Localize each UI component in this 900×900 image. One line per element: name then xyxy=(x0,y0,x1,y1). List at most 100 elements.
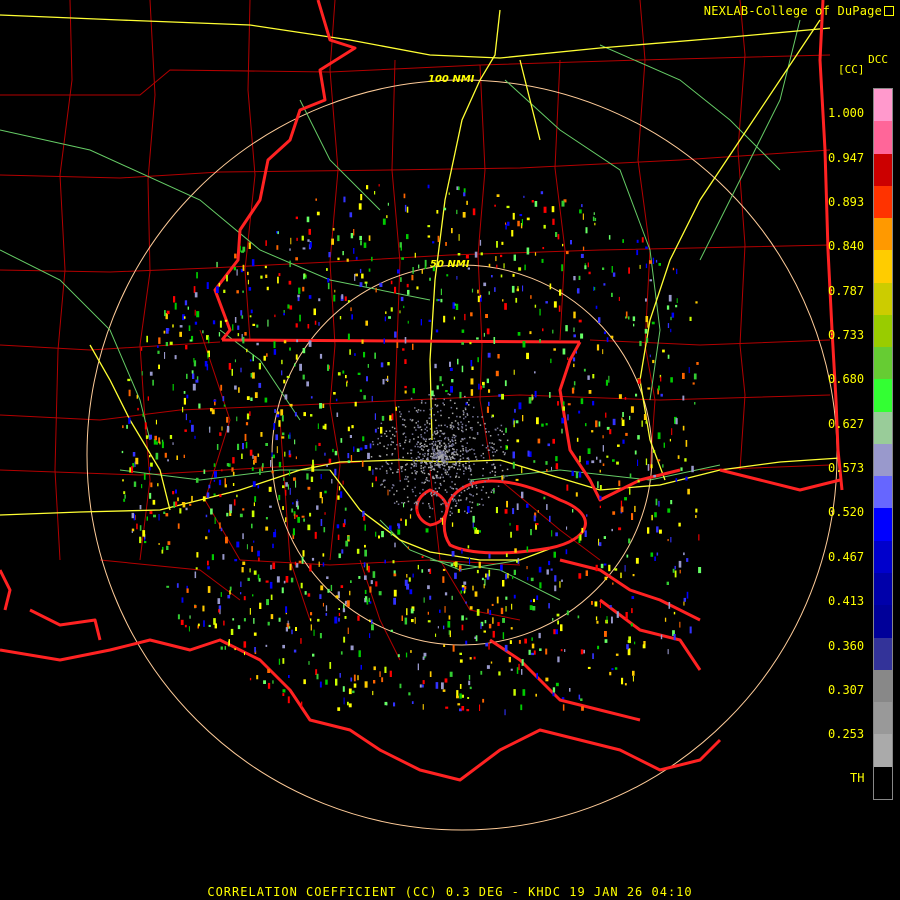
clutter-pixel xyxy=(466,451,468,453)
color-scale-segment xyxy=(874,476,892,509)
echo-pixel xyxy=(375,476,377,482)
echo-pixel xyxy=(636,239,639,243)
echo-pixel xyxy=(363,351,366,358)
clutter-pixel xyxy=(450,406,453,409)
echo-pixel xyxy=(561,428,563,434)
echo-pixel xyxy=(498,394,501,397)
echo-pixel xyxy=(203,469,206,474)
clutter-pixel xyxy=(389,467,391,469)
echo-pixel xyxy=(618,480,621,487)
echo-pixel xyxy=(429,671,432,677)
clutter-pixel xyxy=(455,464,457,466)
echo-pixel xyxy=(451,379,454,383)
echo-pixel xyxy=(385,378,389,381)
clutter-pixel xyxy=(452,498,454,500)
echo-pixel xyxy=(234,559,238,562)
echo-pixel xyxy=(566,484,569,491)
clutter-pixel xyxy=(439,451,441,454)
clutter-pixel xyxy=(407,500,410,503)
clutter-pixel xyxy=(445,455,448,458)
echo-pixel xyxy=(123,498,126,502)
echo-pixel xyxy=(406,583,410,590)
clutter-pixel xyxy=(500,424,503,427)
echo-pixel xyxy=(278,461,282,468)
clutter-pixel xyxy=(431,443,434,445)
echo-pixel xyxy=(509,640,512,644)
echo-pixel xyxy=(229,590,231,595)
echo-pixel xyxy=(226,274,228,282)
echo-pixel xyxy=(412,267,414,274)
echo-pixel xyxy=(673,634,676,641)
echo-pixel xyxy=(641,237,644,243)
echo-pixel xyxy=(241,250,245,253)
echo-pixel xyxy=(194,292,198,298)
echo-pixel xyxy=(142,413,144,417)
echo-pixel xyxy=(208,624,211,627)
color-scale-tick-label: 0.253 xyxy=(828,727,865,741)
clutter-pixel xyxy=(419,426,422,428)
clutter-pixel xyxy=(435,494,438,496)
echo-pixel xyxy=(440,288,442,296)
echo-pixel xyxy=(543,496,546,500)
echo-pixel xyxy=(196,311,200,318)
echo-pixel xyxy=(164,310,166,317)
color-scale-segment xyxy=(874,443,892,477)
clutter-pixel xyxy=(446,463,448,466)
echo-pixel xyxy=(646,338,649,343)
clutter-pixel xyxy=(444,489,447,491)
clutter-pixel xyxy=(452,500,455,502)
echo-pixel xyxy=(221,469,223,472)
echo-pixel xyxy=(308,295,312,299)
echo-pixel xyxy=(188,626,190,632)
echo-pixel xyxy=(522,689,526,696)
clutter-pixel xyxy=(436,474,438,477)
echo-pixel xyxy=(397,524,401,529)
echo-pixel xyxy=(346,600,350,607)
echo-pixel xyxy=(480,252,483,256)
echo-pixel xyxy=(592,216,595,222)
clutter-pixel xyxy=(441,473,443,476)
clutter-pixel xyxy=(469,427,472,429)
echo-pixel xyxy=(224,319,228,322)
echo-pixel xyxy=(319,491,322,499)
echo-pixel xyxy=(289,563,292,571)
clutter-pixel xyxy=(453,467,455,469)
echo-pixel xyxy=(257,453,260,457)
echo-pixel xyxy=(223,404,226,407)
clutter-pixel xyxy=(423,482,425,484)
color-scale-tick-label: 0.627 xyxy=(828,417,865,431)
echo-pixel xyxy=(600,563,604,569)
color-scale-segment xyxy=(874,314,892,348)
echo-pixel xyxy=(593,286,595,291)
product-unit: [CC] xyxy=(838,63,865,76)
echo-pixel xyxy=(165,328,169,334)
echo-pixel xyxy=(553,301,557,308)
echo-pixel xyxy=(513,594,516,599)
echo-pixel xyxy=(307,593,311,597)
echo-pixel xyxy=(270,564,272,570)
clutter-pixel xyxy=(424,432,426,434)
echo-pixel xyxy=(245,441,248,449)
echo-pixel xyxy=(335,678,338,686)
echo-pixel xyxy=(660,376,662,382)
echo-pixel xyxy=(545,648,548,655)
color-scale-segment xyxy=(874,411,892,444)
clutter-pixel xyxy=(438,424,440,427)
echo-pixel xyxy=(334,450,338,456)
echo-pixel xyxy=(194,435,196,439)
echo-pixel xyxy=(441,518,443,525)
echo-pixel xyxy=(436,210,439,214)
clutter-pixel xyxy=(452,448,454,450)
echo-pixel xyxy=(497,354,500,359)
color-scale-segment xyxy=(874,766,892,799)
echo-pixel xyxy=(308,228,311,235)
echo-pixel xyxy=(512,461,515,469)
echo-pixel xyxy=(338,617,340,622)
echo-pixel xyxy=(494,204,496,207)
echo-pixel xyxy=(240,592,242,595)
echo-pixel xyxy=(374,191,376,195)
echo-pixel xyxy=(353,446,355,452)
echo-pixel xyxy=(350,307,352,312)
clutter-pixel xyxy=(403,488,406,490)
clutter-pixel xyxy=(414,445,416,448)
